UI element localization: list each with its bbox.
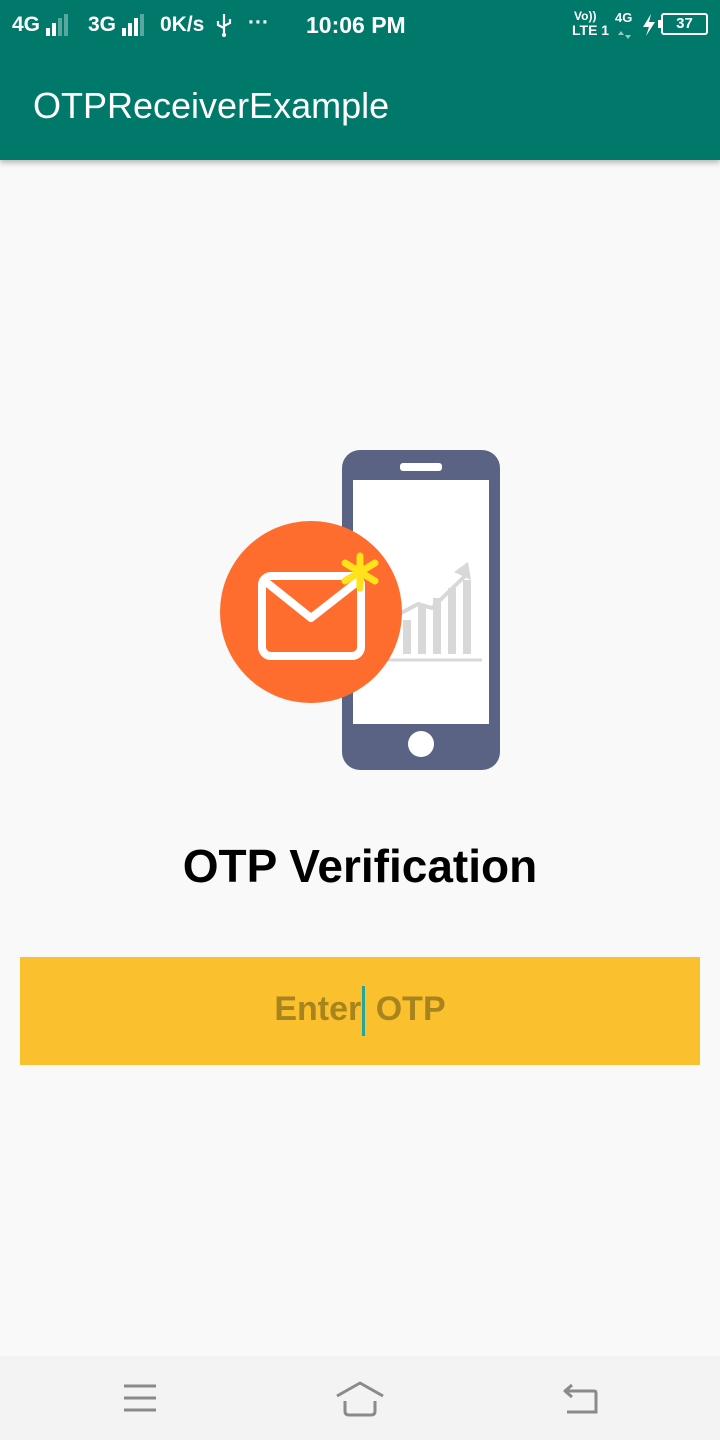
charging-icon	[641, 13, 657, 37]
app-bar: OTPReceiverExample	[0, 50, 720, 160]
more-notifications-icon: ···	[248, 11, 269, 34]
signal-icon-1	[46, 14, 68, 36]
status-time: 10:06 PM	[306, 12, 406, 38]
volte-indicator: Vo)) LTE 1	[572, 9, 612, 41]
usb-icon	[214, 12, 234, 38]
network-type-1: 4G	[12, 13, 41, 36]
home-button[interactable]	[330, 1373, 390, 1423]
otp-placeholder-end: OTP	[366, 989, 446, 1028]
signal-icon-2	[122, 14, 144, 36]
battery-level: 37	[676, 15, 693, 32]
text-cursor	[362, 986, 366, 1036]
network-type-3: 4G	[615, 10, 633, 25]
page-title-text: OTP Verification	[182, 840, 538, 892]
network-speed: 0K/s	[160, 13, 205, 36]
back-icon	[550, 1373, 610, 1423]
volte-label: Vo))	[574, 9, 597, 23]
otp-input[interactable]: Enter OTP	[20, 957, 700, 1065]
home-icon	[330, 1373, 390, 1423]
status-bar: 4G 3G 0K/s ··· 10:06 PM Vo)) LTE 1 4G 37	[0, 0, 720, 50]
network-type-2: 3G	[88, 13, 117, 36]
menu-icon	[110, 1373, 170, 1423]
otp-placeholder-start: Enter	[274, 989, 362, 1028]
app-title: OTPReceiverExample	[33, 85, 390, 126]
lte-label: LTE 1	[572, 22, 610, 38]
phone-with-envelope-icon	[220, 448, 504, 774]
battery-icon: 37	[658, 13, 708, 35]
navigation-bar	[0, 1356, 720, 1440]
page-title: OTP Verification	[0, 838, 720, 894]
data-activity-icon	[618, 27, 634, 39]
menu-button[interactable]	[110, 1373, 170, 1423]
otp-placeholder: Enter OTP	[274, 986, 446, 1036]
back-button[interactable]	[550, 1373, 610, 1423]
